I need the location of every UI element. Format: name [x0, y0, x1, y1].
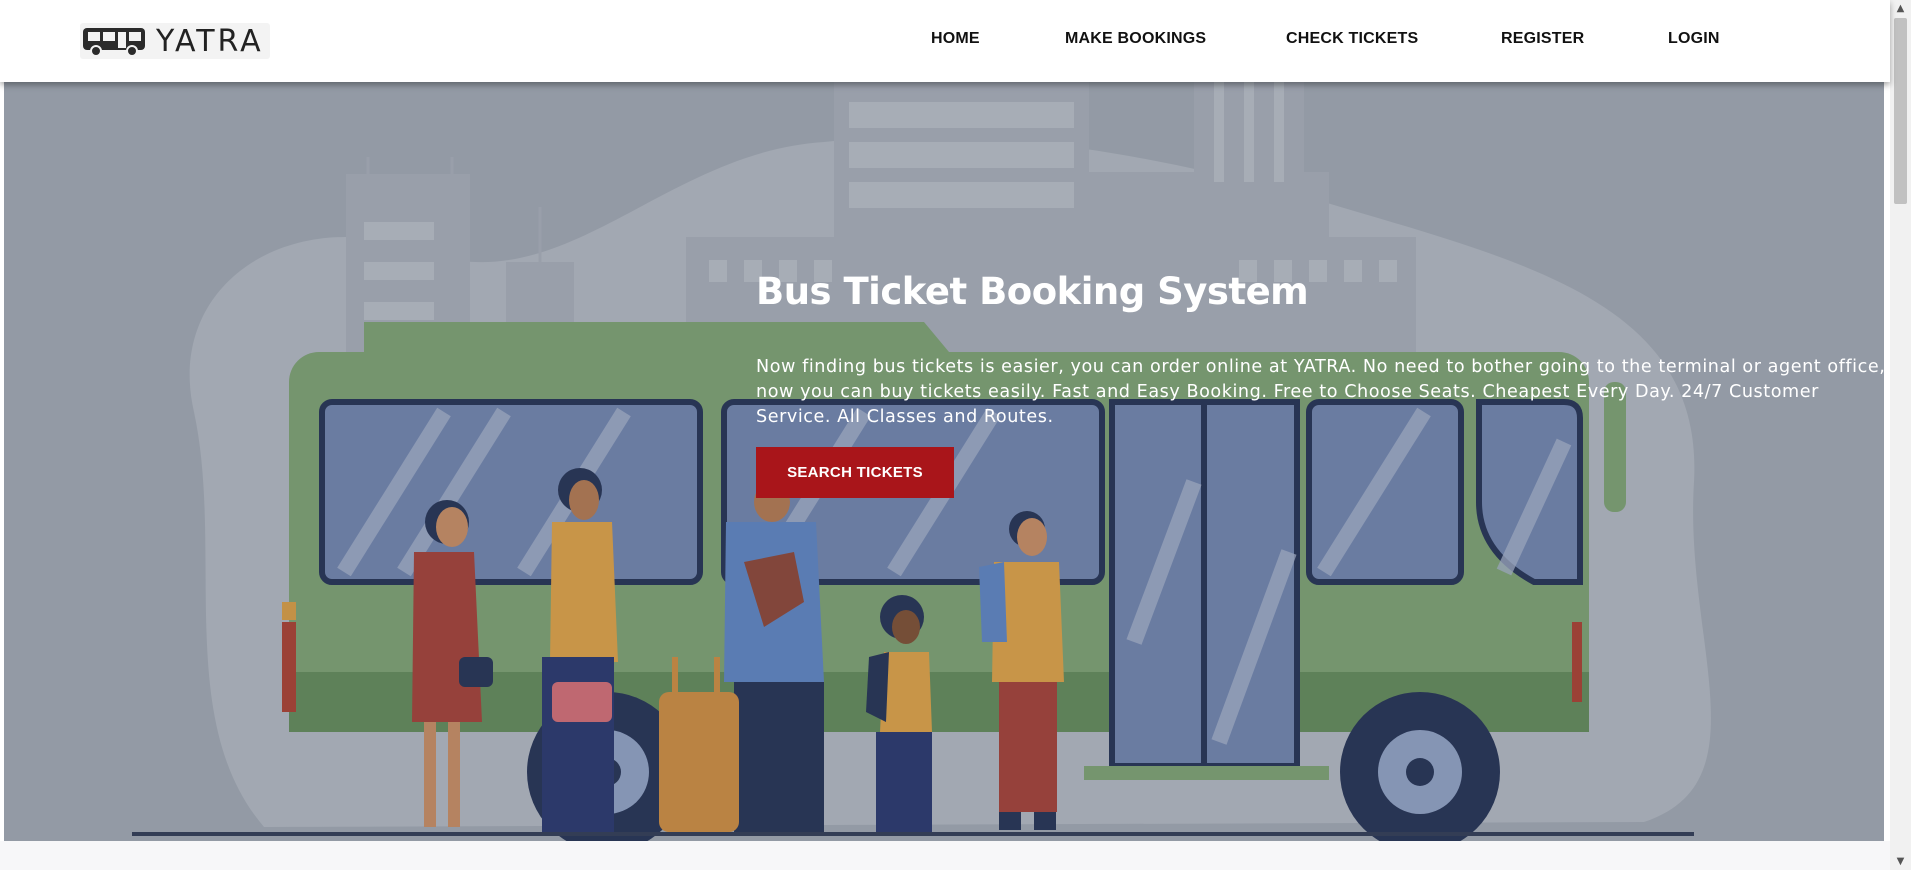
nav-login[interactable]: LOGIN — [1668, 30, 1720, 48]
nav-make-bookings[interactable]: MAKE BOOKINGS — [1065, 30, 1206, 48]
scroll-thumb[interactable] — [1894, 18, 1907, 204]
hero-section: Bus Ticket Booking System Now finding bu… — [4, 82, 1884, 841]
navbar: YATRA HOME MAKE BOOKINGS CHECK TICKETS R… — [0, 0, 1890, 82]
scroll-up-arrow-icon[interactable]: ▲ — [1890, 0, 1911, 17]
bus-icon — [83, 28, 145, 57]
search-tickets-button[interactable]: SEARCH TICKETS — [756, 447, 954, 498]
nav-check-tickets[interactable]: CHECK TICKETS — [1286, 30, 1418, 48]
nav-home[interactable]: HOME — [931, 30, 980, 48]
hero-description: Now finding bus tickets is easier, you c… — [756, 357, 1884, 427]
scroll-down-arrow-icon[interactable]: ▼ — [1890, 853, 1911, 870]
page-scrollbar[interactable]: ▲ ▼ — [1890, 0, 1911, 870]
hero-title: Bus Ticket Booking System — [756, 270, 1309, 313]
brand-logo[interactable]: YATRA — [80, 23, 270, 59]
nav-register[interactable]: REGISTER — [1501, 30, 1584, 48]
next-section-edge — [0, 841, 1890, 870]
brand-name: YATRA — [156, 23, 264, 59]
